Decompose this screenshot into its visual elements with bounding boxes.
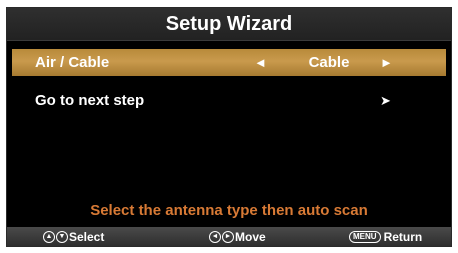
up-icon: ▲: [43, 230, 55, 243]
hint-text: Select the antenna type then auto scan: [90, 202, 368, 219]
title-bar: Setup Wizard: [7, 8, 451, 41]
menu-item-next-step[interactable]: Go to next step ➤: [12, 87, 446, 114]
move-label: Move: [235, 229, 266, 244]
down-icon: ▼: [56, 230, 68, 243]
footer-bar: ▲ ▼ Select ◄ ► Move MENU Return: [7, 227, 451, 246]
arrow-left-icon[interactable]: ◄: [254, 55, 267, 70]
arrow-right-icon[interactable]: ►: [380, 55, 393, 70]
setup-wizard-screen: Setup Wizard Air / Cable ◄ Cable ► Go to…: [6, 7, 452, 247]
menu-item-air-cable[interactable]: Air / Cable ◄ Cable ►: [12, 49, 446, 76]
menu-key-icon: MENU: [349, 230, 381, 243]
air-cable-value: Cable: [308, 54, 350, 71]
left-icon: ◄: [209, 230, 221, 243]
arrow-right-icon[interactable]: ➤: [380, 93, 391, 109]
menu-item-label: Go to next step: [35, 92, 145, 109]
footer-move: ◄ ► Move: [209, 230, 266, 244]
menu-item-label: Air / Cable: [35, 54, 110, 71]
right-icon: ►: [222, 230, 234, 243]
select-label: Select: [69, 229, 105, 244]
page-title: Setup Wizard: [165, 12, 293, 35]
return-label: Return: [383, 229, 423, 244]
footer-select: ▲ ▼ Select: [43, 230, 104, 244]
footer-return: MENU Return: [349, 230, 422, 244]
